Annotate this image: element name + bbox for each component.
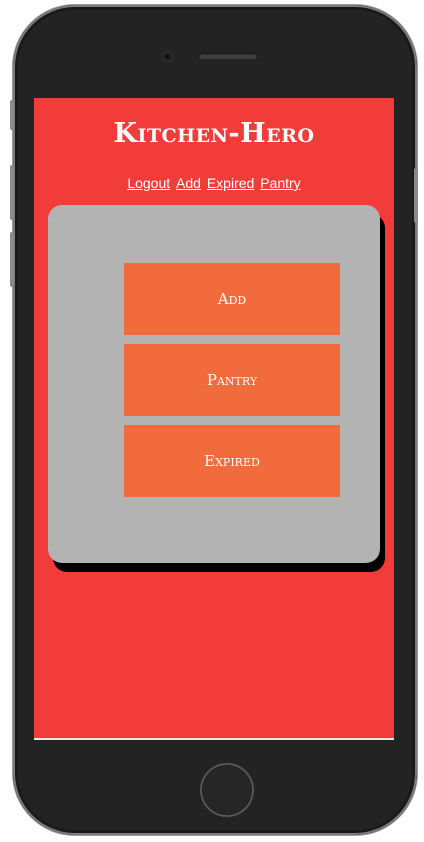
nav-link-pantry[interactable]: Pantry bbox=[260, 175, 300, 191]
volume-up-button bbox=[10, 165, 14, 220]
pantry-button[interactable]: Pantry bbox=[124, 344, 340, 416]
front-camera bbox=[163, 52, 172, 61]
add-button[interactable]: Add bbox=[124, 263, 340, 335]
volume-down-button bbox=[10, 232, 14, 287]
menu-panel: Add Pantry Expired bbox=[48, 205, 380, 563]
nav-link-logout[interactable]: Logout bbox=[127, 175, 170, 191]
power-button bbox=[414, 168, 418, 223]
nav-bar: Logout Add Expired Pantry bbox=[34, 175, 394, 191]
app-screen: Kitchen-Hero Logout Add Expired Pantry A… bbox=[34, 98, 394, 738]
mute-switch bbox=[10, 100, 14, 130]
screen-edge bbox=[34, 738, 394, 740]
nav-link-expired[interactable]: Expired bbox=[207, 175, 254, 191]
app-title: Kitchen-Hero bbox=[113, 118, 315, 149]
home-button[interactable] bbox=[200, 763, 254, 817]
earpiece-speaker bbox=[199, 53, 257, 59]
expired-button[interactable]: Expired bbox=[124, 425, 340, 497]
nav-link-add[interactable]: Add bbox=[176, 175, 201, 191]
